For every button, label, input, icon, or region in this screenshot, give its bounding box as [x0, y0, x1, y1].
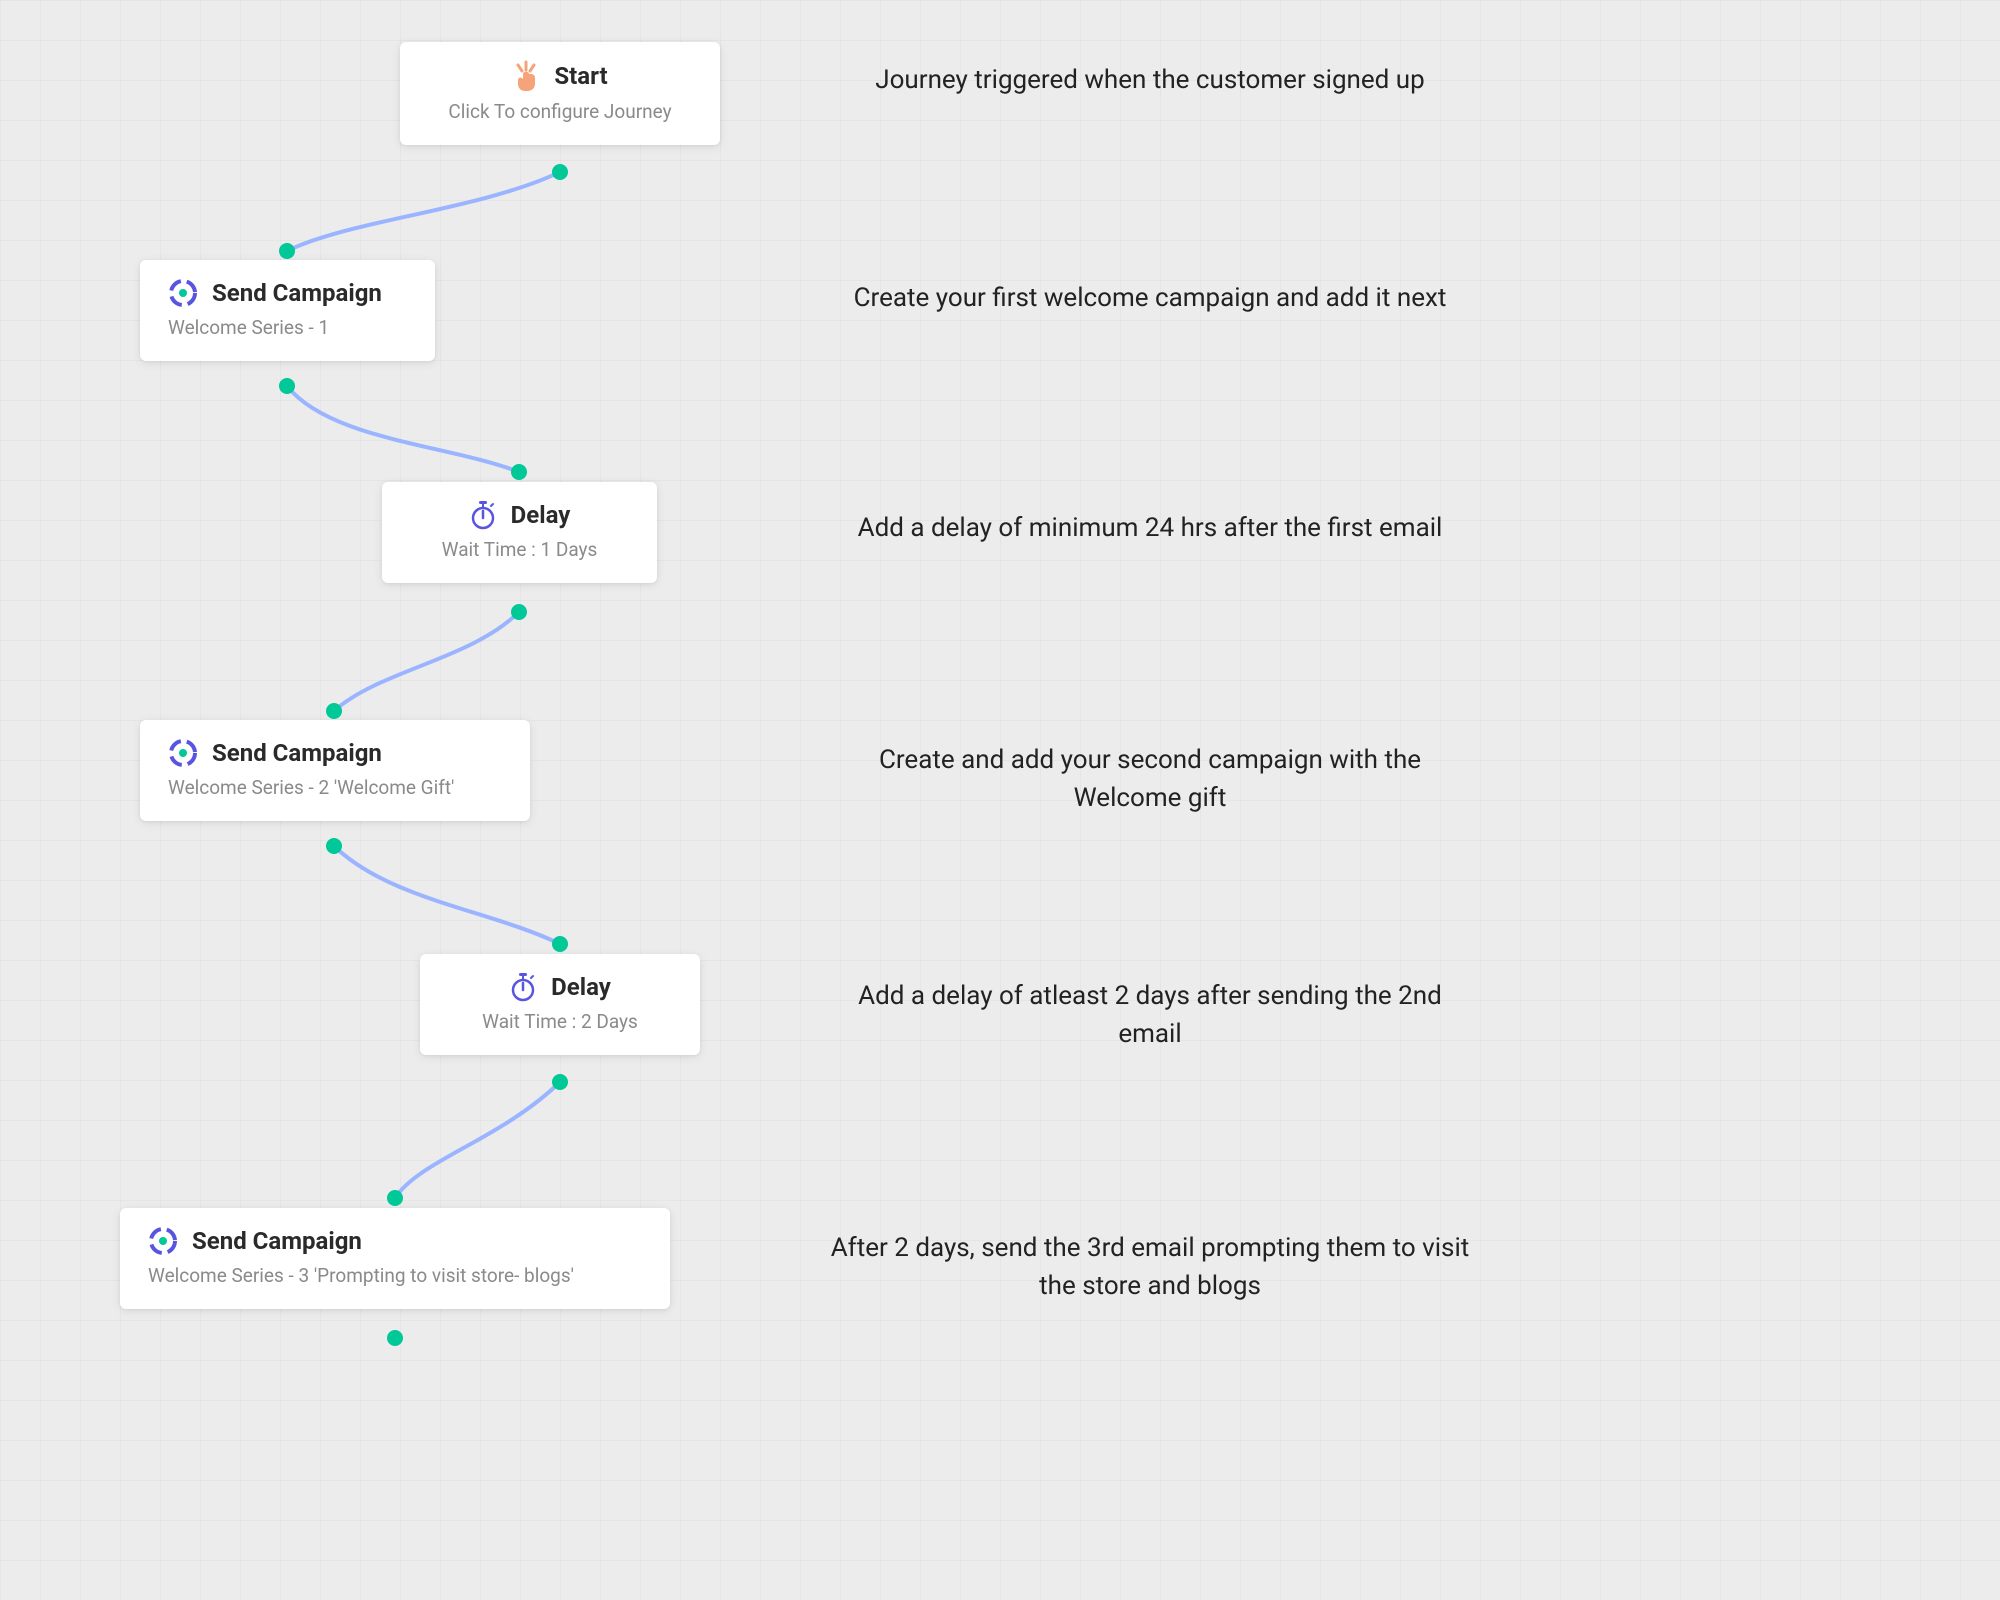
node-subtitle: Wait Time : 2 Days — [448, 1010, 672, 1033]
campaign-icon — [148, 1226, 178, 1256]
caption-campaign-2: Create and add your second campaign with… — [830, 742, 1470, 817]
node-delay-2[interactable]: Delay Wait Time : 2 Days — [420, 954, 700, 1055]
node-subtitle: Wait Time : 1 Days — [410, 538, 629, 561]
connector-dot — [552, 1074, 568, 1090]
connector-dot — [326, 703, 342, 719]
node-title: Start — [554, 62, 607, 90]
caption-delay-2: Add a delay of atleast 2 days after send… — [830, 978, 1470, 1053]
connector-dot — [552, 164, 568, 180]
node-title: Send Campaign — [212, 279, 382, 307]
caption-delay-1: Add a delay of minimum 24 hrs after the … — [830, 510, 1470, 548]
caption-campaign-3: After 2 days, send the 3rd email prompti… — [830, 1230, 1470, 1305]
connector-dot — [279, 378, 295, 394]
node-subtitle: Welcome Series - 1 — [168, 316, 407, 339]
node-subtitle: Welcome Series - 2 'Welcome Gift' — [168, 776, 502, 799]
node-send-campaign-3[interactable]: Send Campaign Welcome Series - 3 'Prompt… — [120, 1208, 670, 1309]
connector-dot — [511, 604, 527, 620]
connector-dot — [511, 464, 527, 480]
node-delay-1[interactable]: Delay Wait Time : 1 Days — [382, 482, 657, 583]
node-title: Send Campaign — [212, 739, 382, 767]
connector-dot — [279, 243, 295, 259]
node-title: Delay — [511, 501, 571, 529]
campaign-icon — [168, 738, 198, 768]
connector-dot — [326, 838, 342, 854]
node-send-campaign-2[interactable]: Send Campaign Welcome Series - 2 'Welcom… — [140, 720, 530, 821]
tap-icon — [512, 60, 540, 92]
node-send-campaign-1[interactable]: Send Campaign Welcome Series - 1 — [140, 260, 435, 361]
node-title: Delay — [551, 973, 611, 1001]
node-subtitle: Welcome Series - 3 'Prompting to visit s… — [148, 1264, 642, 1287]
stopwatch-icon — [469, 500, 497, 530]
journey-canvas: Start Click To configure Journey Send Ca… — [0, 0, 2000, 1600]
caption-campaign-1: Create your first welcome campaign and a… — [830, 280, 1470, 318]
node-subtitle: Click To configure Journey — [428, 100, 692, 123]
caption-start: Journey triggered when the customer sign… — [830, 62, 1470, 100]
node-title: Send Campaign — [192, 1227, 362, 1255]
connector-dot — [552, 936, 568, 952]
campaign-icon — [168, 278, 198, 308]
stopwatch-icon — [509, 972, 537, 1002]
node-start[interactable]: Start Click To configure Journey — [400, 42, 720, 145]
connector-dot — [387, 1190, 403, 1206]
connector-dot — [387, 1330, 403, 1346]
